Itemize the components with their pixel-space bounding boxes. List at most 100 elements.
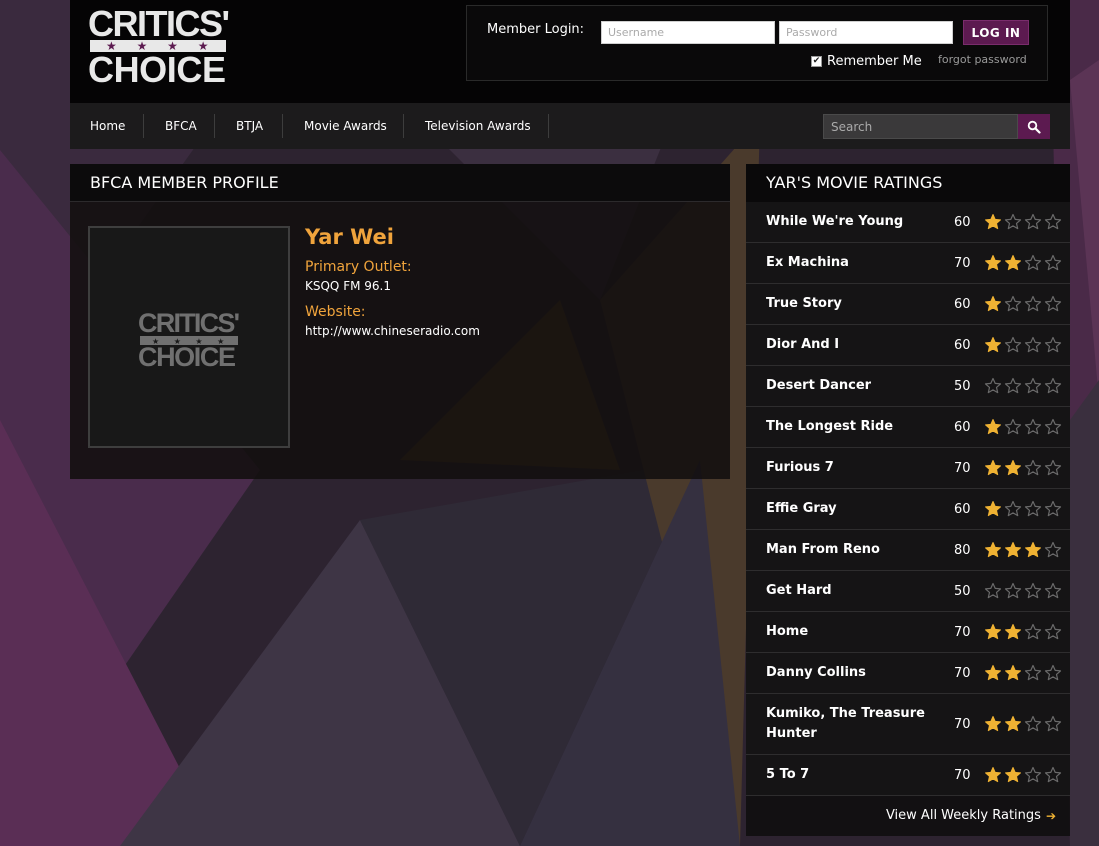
- nav-television-awards[interactable]: Television Awards: [425, 103, 531, 149]
- profile-heading: BFCA MEMBER PROFILE: [70, 164, 730, 202]
- website-link[interactable]: http://www.chineseradio.com: [305, 324, 480, 338]
- forgot-password-link[interactable]: forgot password: [938, 53, 1027, 66]
- primary-outlet-value: KSQQ FM 96.1: [305, 279, 391, 293]
- star-empty-icon: [1044, 336, 1062, 353]
- rating-row[interactable]: While We're Young 60: [746, 202, 1070, 243]
- password-input[interactable]: [779, 21, 953, 44]
- star-empty-icon: [1004, 213, 1022, 230]
- main-nav: Home BFCA BTJA Movie Awards Television A…: [70, 103, 1070, 149]
- website-label: Website:: [305, 304, 366, 320]
- nav-btja[interactable]: BTJA: [236, 103, 263, 149]
- star-empty-icon: [1044, 459, 1062, 476]
- primary-outlet-label: Primary Outlet:: [305, 259, 412, 275]
- movie-title[interactable]: Man From Reno: [766, 530, 938, 570]
- movie-title[interactable]: While We're Young: [766, 202, 938, 242]
- star-empty-icon: [1044, 715, 1062, 732]
- star-rating: [984, 448, 1062, 488]
- svg-text:CRITICS': CRITICS': [88, 4, 230, 44]
- view-all-ratings-link[interactable]: View All Weekly Ratings ➔: [886, 808, 1056, 823]
- search-button[interactable]: [1018, 114, 1050, 139]
- star-filled-icon: [985, 255, 1001, 271]
- star-rating: [984, 530, 1062, 570]
- nav-home[interactable]: Home: [90, 103, 125, 149]
- star-empty-icon: [1024, 377, 1042, 394]
- star-empty-icon: [1044, 623, 1062, 640]
- view-all-label: View All Weekly Ratings: [885, 808, 1041, 823]
- star-empty-icon: [1004, 500, 1022, 517]
- star-rating: [984, 202, 1062, 242]
- username-input[interactable]: [601, 21, 775, 44]
- remember-me-checkbox[interactable]: ✔: [811, 56, 822, 67]
- star-empty-icon: [1004, 418, 1022, 435]
- star-empty-icon: [1024, 459, 1042, 476]
- rating-row[interactable]: Home 70: [746, 612, 1070, 653]
- movie-title[interactable]: 5 To 7: [766, 755, 938, 795]
- movie-title[interactable]: Kumiko, The Treasure Hunter: [766, 694, 938, 754]
- movie-title[interactable]: Ex Machina: [766, 243, 938, 283]
- rating-row[interactable]: Effie Gray 60: [746, 489, 1070, 530]
- rating-row[interactable]: Danny Collins 70: [746, 653, 1070, 694]
- star-empty-icon: [1024, 664, 1042, 681]
- nav-divider: [282, 114, 283, 138]
- nav-divider: [548, 114, 549, 138]
- rating-row[interactable]: Dior And I 60: [746, 325, 1070, 366]
- movie-title[interactable]: The Longest Ride: [766, 407, 938, 447]
- movie-title[interactable]: Dior And I: [766, 325, 938, 365]
- search-input[interactable]: [823, 114, 1018, 139]
- star-empty-icon: [1044, 213, 1062, 230]
- rating-row[interactable]: Ex Machina 70: [746, 243, 1070, 284]
- movie-title[interactable]: Desert Dancer: [766, 366, 938, 406]
- rating-row[interactable]: Get Hard 50: [746, 571, 1070, 612]
- star-filled-icon: [985, 337, 1001, 353]
- star-empty-icon: [984, 377, 1002, 394]
- movie-score: 70: [954, 716, 971, 732]
- movie-title[interactable]: Home: [766, 612, 938, 652]
- rating-row[interactable]: Man From Reno 80: [746, 530, 1070, 571]
- movie-score: 50: [954, 583, 971, 599]
- movie-score: 70: [954, 624, 971, 640]
- star-empty-icon: [1004, 336, 1022, 353]
- nav-movie-awards[interactable]: Movie Awards: [304, 103, 387, 149]
- rating-row[interactable]: Kumiko, The Treasure Hunter 70: [746, 694, 1070, 755]
- star-empty-icon: [1024, 766, 1042, 783]
- star-empty-icon: [1024, 582, 1042, 599]
- movie-title[interactable]: Effie Gray: [766, 489, 938, 529]
- star-rating: [984, 284, 1062, 324]
- remember-me[interactable]: ✔ Remember Me: [811, 54, 922, 69]
- star-empty-icon: [1024, 336, 1042, 353]
- star-filled-icon: [985, 296, 1001, 312]
- remember-me-label: Remember Me: [827, 54, 922, 69]
- star-rating: [984, 325, 1062, 365]
- svg-text:CHOICE: CHOICE: [138, 342, 236, 368]
- star-filled-icon: [985, 419, 1001, 435]
- rating-row[interactable]: The Longest Ride 60: [746, 407, 1070, 448]
- star-empty-icon: [1044, 418, 1062, 435]
- member-profile-panel: BFCA MEMBER PROFILE CRITICS' ★ ★ ★ ★ CHO…: [70, 164, 730, 479]
- star-empty-icon: [1024, 500, 1042, 517]
- star-empty-icon: [1044, 541, 1062, 558]
- movie-title[interactable]: Furious 7: [766, 448, 938, 488]
- movie-title[interactable]: Get Hard: [766, 571, 938, 611]
- avatar-logo: CRITICS' ★ ★ ★ ★ CHOICE: [138, 308, 240, 368]
- rating-row[interactable]: Desert Dancer 50: [746, 366, 1070, 407]
- star-filled-icon: [1005, 716, 1021, 732]
- rating-row[interactable]: Furious 7 70: [746, 448, 1070, 489]
- rating-row[interactable]: True Story 60: [746, 284, 1070, 325]
- profile-photo-placeholder: CRITICS' ★ ★ ★ ★ CHOICE: [88, 226, 290, 448]
- rating-row[interactable]: 5 To 7 70: [746, 755, 1070, 796]
- critics-choice-logo[interactable]: CRITICS' ★ ★ ★ ★ CHOICE: [88, 4, 230, 86]
- movie-title[interactable]: Danny Collins: [766, 653, 938, 693]
- star-rating: [984, 366, 1062, 406]
- star-filled-icon: [985, 624, 1001, 640]
- login-button[interactable]: LOG IN: [963, 20, 1029, 45]
- nav-bfca[interactable]: BFCA: [165, 103, 197, 149]
- site-header: CRITICS' ★ ★ ★ ★ CHOICE Member Login: LO…: [70, 0, 1070, 103]
- star-empty-icon: [1024, 418, 1042, 435]
- star-empty-icon: [1004, 377, 1022, 394]
- star-empty-icon: [1024, 213, 1042, 230]
- star-empty-icon: [1044, 766, 1062, 783]
- star-rating: [984, 755, 1062, 795]
- star-rating: [984, 653, 1062, 693]
- movie-title[interactable]: True Story: [766, 284, 938, 324]
- star-filled-icon: [1005, 255, 1021, 271]
